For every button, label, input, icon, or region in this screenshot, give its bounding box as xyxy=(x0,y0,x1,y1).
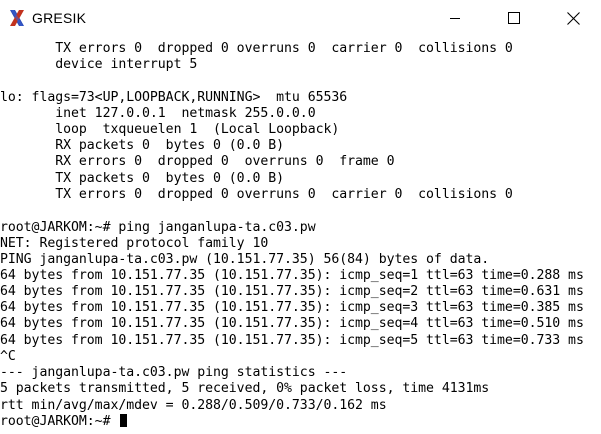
terminal-line: PING janganlupa-ta.c03.pw (10.151.77.35)… xyxy=(0,252,490,267)
terminal-line: TX errors 0 dropped 0 overruns 0 carrier… xyxy=(0,41,513,56)
maximize-icon xyxy=(508,12,520,24)
terminal-line: rtt min/avg/max/mdev = 0.288/0.509/0.733… xyxy=(0,398,387,413)
close-icon xyxy=(566,11,580,25)
terminal-line: 64 bytes from 10.151.77.35 (10.151.77.35… xyxy=(0,300,584,315)
terminal-prompt-line[interactable]: root@JARKOM:~# xyxy=(0,414,128,430)
x-terminal-icon xyxy=(8,9,26,27)
terminal-prompt: root@JARKOM:~# xyxy=(0,414,119,429)
terminal-line: lo: flags=73<UP,LOOPBACK,RUNNING> mtu 65… xyxy=(0,90,348,105)
terminal-line: TX errors 0 dropped 0 overruns 0 carrier… xyxy=(0,187,513,202)
terminal-line: NET: Registered protocol family 10 xyxy=(0,236,269,251)
terminal-line: 64 bytes from 10.151.77.35 (10.151.77.35… xyxy=(0,284,584,299)
terminal-output[interactable]: TX errors 0 dropped 0 overruns 0 carrier… xyxy=(0,40,601,434)
terminal-line: 64 bytes from 10.151.77.35 (10.151.77.35… xyxy=(0,316,584,331)
terminal-line: 5 packets transmitted, 5 received, 0% pa… xyxy=(0,381,490,396)
terminal-window: GRESIK TX errors 0 dropped 0 overruns 0 … xyxy=(0,0,601,434)
close-button[interactable] xyxy=(550,0,596,36)
terminal-line: --- janganlupa-ta.c03.pw ping statistics… xyxy=(0,365,348,380)
terminal-line: RX errors 0 dropped 0 overruns 0 frame 0 xyxy=(0,154,395,169)
text-cursor xyxy=(120,414,128,427)
minimize-button[interactable] xyxy=(432,0,478,36)
minimize-icon xyxy=(450,18,460,19)
window-title: GRESIK xyxy=(32,10,87,26)
terminal-line: RX packets 0 bytes 0 (0.0 B) xyxy=(0,138,285,153)
terminal-line: inet 127.0.0.1 netmask 255.0.0.0 xyxy=(0,106,316,121)
title-bar[interactable]: GRESIK xyxy=(0,0,601,36)
terminal-line: root@JARKOM:~# ping janganlupa-ta.c03.pw xyxy=(0,220,316,235)
terminal-line: TX packets 0 bytes 0 (0.0 B) xyxy=(0,171,285,186)
terminal-line: loop txqueuelen 1 (Local Loopback) xyxy=(0,122,340,137)
terminal-line: 64 bytes from 10.151.77.35 (10.151.77.35… xyxy=(0,268,584,283)
terminal-line: ^C xyxy=(0,349,16,364)
terminal-line: device interrupt 5 xyxy=(0,57,198,72)
terminal-line: 64 bytes from 10.151.77.35 (10.151.77.35… xyxy=(0,333,584,348)
maximize-button[interactable] xyxy=(491,0,537,36)
